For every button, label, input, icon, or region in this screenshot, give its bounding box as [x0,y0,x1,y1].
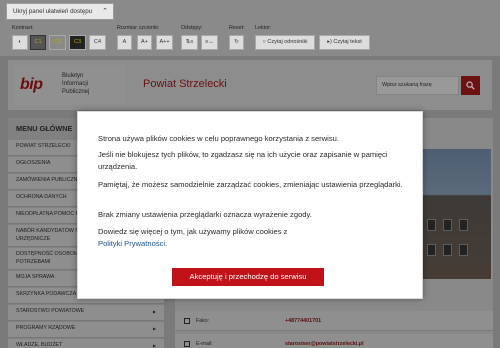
cookie-text-1: Strona używa plików cookies w celu popra… [98,134,340,143]
privacy-policy-link[interactable]: Polityki Prywatności [98,239,165,248]
chevron-right-icon: ▸ [152,342,156,348]
read-text-label: Czytaj tekst [333,39,362,45]
font-size-normal-button[interactable]: A [117,35,132,50]
speaker-icon: ▸) [327,39,332,45]
accessibility-panel: Ukryj panel ułatwień dostępu ⌃ Kontrast:… [0,0,500,56]
font-size-xlarge-button[interactable]: A++ [156,35,173,50]
menu-item-label: SKRZYNKA PODAWCZA [16,291,77,297]
search-icon [466,81,475,90]
bip-logo-text: bip [20,76,43,93]
contrast-default-button[interactable]: ◐ [12,35,28,50]
refresh-icon: ↻ [234,39,239,45]
menu-item-label: WŁADZE, BUDŻET [16,342,63,348]
font-size-large-button[interactable]: A+ [137,35,152,50]
reset-button[interactable]: ↻ [229,35,244,50]
menu-item-label: PROGRAMY RZĄDOWE [16,325,76,331]
photo-window [459,244,468,256]
bip-logo: bip [20,76,43,94]
cookie-text-5-end: . [165,239,168,248]
photo-window [443,219,452,231]
contrast-c4-button[interactable]: C4 [89,35,106,50]
bip-caption-line: Informacji [62,81,89,87]
hide-accessibility-panel-button[interactable]: Ukryj panel ułatwień dostępu ⌃ [6,3,114,20]
bip-caption: Biuletyn Informacji Publicznej [62,72,89,96]
photo-window [443,244,452,256]
font-size-label: Rozmiar czcionki: [117,25,160,31]
menu-item-starostwo[interactable]: STAROSTWO POWIATOWE ▸ [8,305,164,321]
contrast-c3-button[interactable]: C3 [69,35,86,50]
cookie-text-2: Jeśli nie blokujesz tych plików, to zgad… [98,150,388,171]
contact-fax-row: Faks: +48774401701 [175,311,493,331]
photo-window [427,219,436,231]
menu-item-label: POWIAT STRZELECKI [16,143,71,149]
letter-spacing-icon: ≡↔ [205,39,214,45]
photo-window [459,219,468,231]
email-icon [184,341,190,347]
cookie-text-5: Dowiedz się więcej o tym, jak używamy pl… [98,226,408,250]
toggle-label: Ukryj panel ułatwień dostępu [13,8,93,15]
menu-item-programy[interactable]: PROGRAMY RZĄDOWE ▸ [8,322,164,338]
photo-window [427,244,436,256]
menu-item-label: MOJA SPRAWA [16,274,55,280]
read-links-label: Czytaj odnośniki [267,39,308,45]
email-label: E-mail: [196,341,213,347]
cookie-text-3: Pamiętaj, że możesz samodzielnie zarządz… [98,180,403,189]
contrast-c2-button[interactable]: C2 [49,35,66,50]
chevron-right-icon: ▸ [152,325,156,332]
read-links-button[interactable]: ○ Czytaj odnośniki [255,35,315,50]
menu-item-label: ZAMÓWIENIA PUBLICZNE [16,177,82,183]
fax-icon [184,318,190,324]
accept-cookies-button[interactable]: Akceptuję i przechodzę do serwisu [172,268,324,286]
chevron-up-icon: ⌃ [102,8,108,15]
line-spacing-icon: ⇅≡ [185,39,194,45]
line-spacing-button[interactable]: ⇅≡ [181,35,198,50]
county-title[interactable]: Powiat Strzelecki [143,78,227,90]
bip-logo-link[interactable]: bip Biuletyn Informacji Publicznej [14,65,126,105]
reset-label: Reset: [229,25,245,31]
menu-item-wladze[interactable]: WŁADZE, BUDŻET ▸ [8,339,164,348]
menu-item-label: OCHRONA DANYCH [16,194,67,200]
contrast-off-icon: ◐ [18,39,22,45]
bip-caption-line: Biuletyn [62,73,84,79]
bip-caption-line: Publicznej [62,89,90,95]
contrast-c1-button[interactable]: C1 [30,35,46,50]
fax-value[interactable]: +48774401701 [285,311,321,331]
cookie-text-5-start: Dowiedz się więcej o tym, jak używamy pl… [98,227,288,236]
fax-label: Faks: [196,318,210,324]
cookie-text-4: Brak zmiany ustawienia przeglądarki ozna… [98,210,312,219]
cookie-consent-dialog: Strona używa plików cookies w celu popra… [77,111,423,299]
reader-label: Lektor: [255,25,272,31]
chevron-right-icon: ▸ [152,308,156,315]
letter-spacing-button[interactable]: ≡↔ [201,35,218,50]
read-text-button[interactable]: ▸) Czytaj tekst [319,35,370,50]
contact-email-row: E-mail: starostwo@powiatstrzelecki.pl [175,334,493,348]
main-menu-title: MENU GŁÓWNE [16,124,73,133]
search-button[interactable] [461,76,480,95]
menu-item-label: STAROSTWO POWIATOWE [16,308,85,314]
spacing-label: Odstępy: [181,25,203,31]
contrast-label: Kontrast: [12,25,34,31]
radio-icon: ○ [262,39,266,45]
email-value[interactable]: starostwo@powiatstrzelecki.pl [285,334,364,348]
search-input[interactable]: Wpisz szukaną frazę [376,76,459,95]
menu-item-label: OGŁOSZENIA [16,160,51,166]
